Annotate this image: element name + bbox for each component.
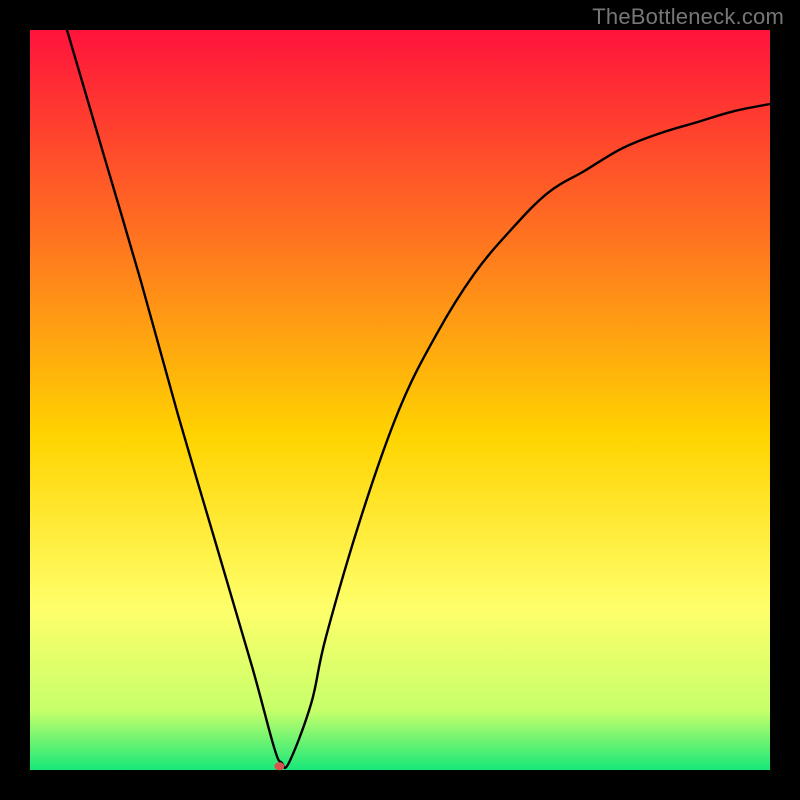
- chart-svg: [0, 0, 800, 800]
- chart-frame: [0, 0, 800, 800]
- watermark-text: TheBottleneck.com: [592, 4, 784, 30]
- plot-background: [30, 30, 770, 770]
- minimum-marker: [274, 762, 284, 770]
